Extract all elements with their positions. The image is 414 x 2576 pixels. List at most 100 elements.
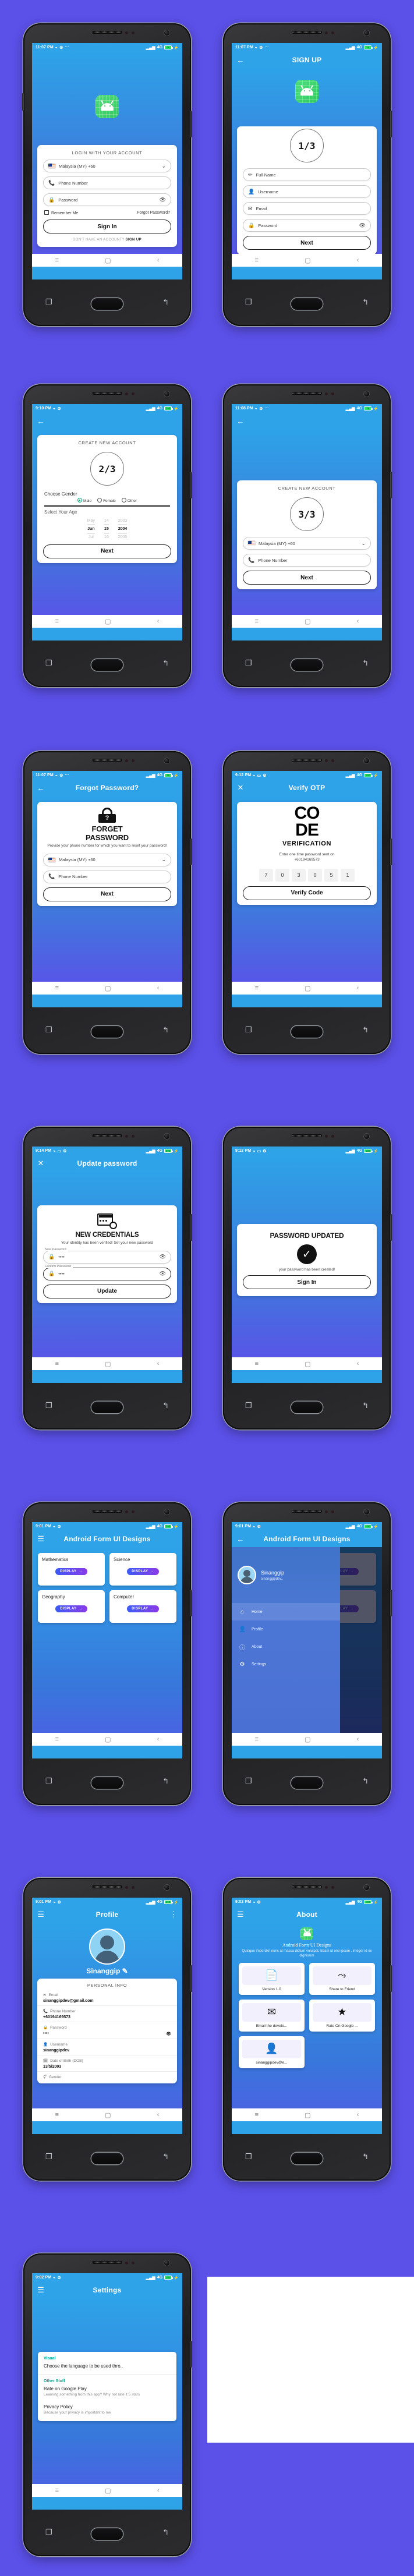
home-button[interactable]: ▢ [105,257,111,264]
otp-digit-5[interactable]: 5 [324,868,338,882]
home-hw-button[interactable] [91,659,123,671]
power-button[interactable] [390,838,392,865]
sign-in-button[interactable]: Sign In [243,1275,371,1290]
power-button[interactable] [190,1590,192,1616]
info-row-dob[interactable]: 🗓 Date of Birth (DOB) 13/5/2003 [37,2055,177,2072]
eye-icon[interactable]: 👁 [160,1254,166,1259]
hamburger-menu-icon[interactable]: ☰ [37,1910,45,1919]
recents-button[interactable]: ≡ [255,1360,259,1367]
info-row-email[interactable]: ✉ Email sinanggipdev@gmail.com [37,1990,177,2006]
display-button[interactable]: DISPLAY→ [127,1568,159,1575]
verify-code-button[interactable]: Verify Code [243,886,371,900]
close-icon[interactable]: ✕ [37,1159,45,1168]
remember-me-checkbox[interactable]: Remember Me [44,210,78,215]
sidebar-item-profile[interactable]: 👤 Profile [232,1620,340,1638]
dob-picker[interactable]: May Jun Jul 14 15 16 2003 2004 2005 [37,517,177,541]
hamburger-menu-icon[interactable]: ☰ [236,1910,245,1919]
home-button[interactable]: ▢ [105,1360,111,1368]
power-button[interactable] [390,1214,392,1241]
recents-hw-icon[interactable]: ❐ [245,2152,252,2161]
username-input[interactable]: 👤 Username [243,185,371,198]
about-card-rate[interactable]: ★ Rate On Google ... [309,1999,375,2032]
gender-option-female[interactable]: Female [97,498,116,503]
hamburger-menu-icon[interactable]: ☰ [37,1534,45,1544]
about-card-share[interactable]: ⤳ Share to Friend [309,1962,375,1995]
home-hw-button[interactable] [291,659,323,671]
home-hw-button[interactable] [291,1402,323,1413]
sidebar-item-about[interactable]: ⓘ About [232,1638,340,1655]
close-icon[interactable]: ✕ [236,783,245,792]
home-hw-button[interactable] [291,298,323,310]
home-button[interactable]: ▢ [305,257,310,264]
recents-hw-icon[interactable]: ❐ [245,1401,252,1410]
recents-button[interactable]: ≡ [55,257,59,264]
back-hw-icon[interactable]: ↰ [362,1025,369,1035]
back-hw-icon[interactable]: ↰ [362,659,369,668]
home-button[interactable]: ▢ [305,1736,310,1743]
info-row-phone[interactable]: 📞 Phone Number +60194169573 [37,2006,177,2022]
back-arrow-icon[interactable]: ← [37,784,45,792]
country-selector[interactable]: Malaysia (MY) +60 ⌄ [243,537,371,550]
day-column[interactable]: 14 15 16 [104,517,109,541]
avatar[interactable] [89,1929,125,1965]
back-button[interactable]: ‹ [357,257,359,264]
back-button[interactable]: ‹ [357,1360,359,1367]
subject-card-geography[interactable]: Geography DISPLAY → [38,1590,105,1623]
home-button[interactable]: ▢ [105,2111,111,2119]
next-button[interactable]: Next [243,236,371,250]
edit-pencil-icon[interactable]: ✎ [122,1967,128,1975]
recents-button[interactable]: ≡ [255,257,259,264]
new-password-input[interactable]: New Password 🔒 •••• 👁 [43,1247,171,1264]
recents-button[interactable]: ≡ [55,1360,59,1367]
next-button[interactable]: Next [243,571,371,585]
home-hw-button[interactable] [91,2153,123,2164]
back-button[interactable]: ‹ [157,1360,160,1367]
info-row-gender[interactable]: ⚥ Gender [37,2072,177,2083]
back-button[interactable]: ‹ [357,2111,359,2118]
subject-card-computer[interactable]: Computer DISPLAY → [109,1590,176,1623]
back-arrow-icon[interactable]: ← [236,1535,245,1544]
recents-hw-icon[interactable]: ❐ [45,659,52,668]
home-hw-button[interactable] [91,1777,123,1789]
power-button[interactable] [390,1590,392,1616]
fullname-input[interactable]: ✏ Full Name [243,168,371,181]
back-button[interactable]: ‹ [357,618,359,625]
back-arrow-icon[interactable]: ← [236,417,245,426]
update-button[interactable]: Update [43,1284,171,1298]
back-hw-icon[interactable]: ↰ [162,1777,169,1786]
subject-card-science[interactable]: Science DISPLAY → [109,1553,176,1586]
sidebar-item-settings[interactable]: ⚙ Settings [232,1655,340,1673]
back-button[interactable]: ‹ [357,1736,359,1743]
recents-hw-icon[interactable]: ❐ [45,2152,52,2161]
recents-button[interactable]: ≡ [255,618,259,625]
otp-digit-4[interactable]: 0 [308,868,322,882]
back-hw-icon[interactable]: ↰ [362,298,369,307]
country-selector[interactable]: Malaysia (MY) +60 ⌄ [43,160,171,172]
power-button[interactable] [190,472,192,498]
back-arrow-icon[interactable]: ← [37,417,45,426]
home-button[interactable]: ▢ [105,1736,111,1743]
sign-in-button[interactable]: Sign In [43,220,171,233]
back-button[interactable]: ‹ [357,985,359,992]
back-hw-icon[interactable]: ↰ [162,1401,169,1410]
settings-item-rate[interactable]: Rate on Google Play Learning something f… [38,2385,176,2403]
phone-input[interactable]: 📞 Phone Number [243,554,371,567]
next-button[interactable]: Next [43,544,171,558]
eye-icon[interactable]: 👁 [160,1271,166,1276]
info-row-password[interactable]: 🔒 Password •••• 👁 [37,2022,177,2039]
back-button[interactable]: ‹ [157,257,160,264]
password-input[interactable]: 🔒 Password 👁 [43,193,171,206]
back-hw-icon[interactable]: ↰ [162,298,169,307]
recents-button[interactable]: ≡ [55,618,59,625]
recents-hw-icon[interactable]: ❐ [245,1025,252,1035]
recents-hw-icon[interactable]: ❐ [245,659,252,668]
otp-digit-1[interactable]: 7 [259,868,273,882]
home-hw-button[interactable] [91,1402,123,1413]
home-button[interactable]: ▢ [305,618,310,625]
power-button[interactable] [190,1214,192,1241]
power-button[interactable] [190,838,192,865]
avatar[interactable] [238,1566,256,1584]
recents-hw-icon[interactable]: ❐ [45,298,52,307]
back-button[interactable]: ‹ [157,618,160,625]
recents-hw-icon[interactable]: ❐ [45,2528,52,2537]
